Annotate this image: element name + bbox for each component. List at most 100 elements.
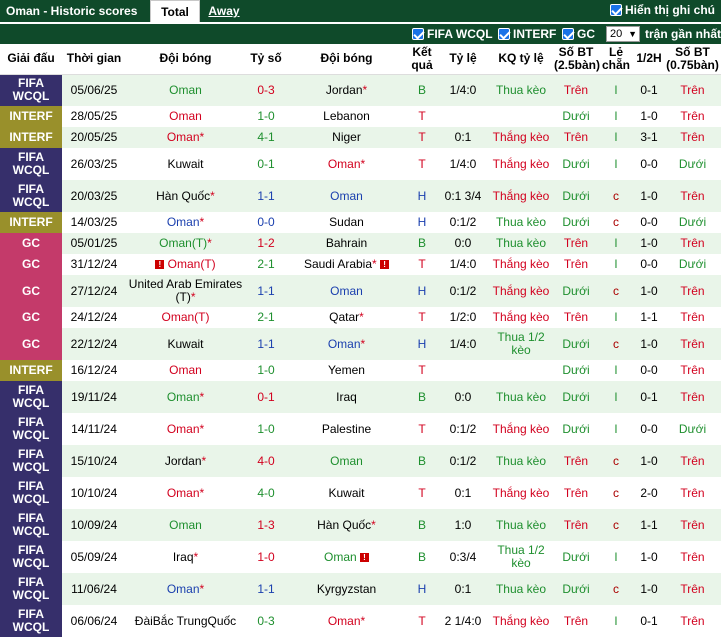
over-under-2: Dưới: [664, 413, 721, 445]
over-under: Trên: [554, 233, 598, 254]
filter-interf[interactable]: INTERF: [498, 27, 556, 41]
table-row[interactable]: FIFA WCQL 05/09/24 Iraq* 1-0 Oman ! B 0:3/4 Thu…: [0, 541, 721, 573]
away-team[interactable]: Oman !: [287, 541, 406, 573]
home-team[interactable]: Oman*: [126, 477, 245, 509]
table-row[interactable]: INTERF 28/05/25 Oman 1-0 Lebanon T Dưới l 1-0 Trê…: [0, 106, 721, 127]
away-team[interactable]: Oman*: [287, 605, 406, 637]
home-team[interactable]: Oman*: [126, 413, 245, 445]
table-row[interactable]: GC 31/12/24! Oman(T) 2-1 Saudi Arabia* ! T 1/…: [0, 254, 721, 275]
over-under-text: Dưới: [562, 581, 590, 596]
home-team[interactable]: Oman*: [126, 573, 245, 605]
table-row[interactable]: FIFA WCQL 11/06/24 Oman* 1-1 Kyrgyzstan H 0:1 T…: [0, 573, 721, 605]
match-result: T: [406, 127, 438, 148]
table-row[interactable]: FIFA WCQL 06/06/24 ĐàiBắc TrungQuốc 0-3 Oman…: [0, 605, 721, 637]
home-team[interactable]: Iraq*: [126, 541, 245, 573]
match-count-select[interactable]: 20 ▼: [606, 26, 640, 42]
home-team[interactable]: Oman*: [126, 381, 245, 413]
away-team[interactable]: Oman: [287, 180, 406, 212]
chevron-down-icon: ▼: [628, 29, 637, 39]
odd-even-text: l: [614, 613, 618, 628]
away-team[interactable]: Palestine: [287, 413, 406, 445]
away-team[interactable]: Oman: [287, 445, 406, 477]
away-team[interactable]: Oman: [287, 275, 406, 307]
away-team[interactable]: Hàn Quốc*: [287, 509, 406, 541]
table-row[interactable]: GC 22/12/24 Kuwait 1-1 Oman* H 1/4:0 Thua 1/2 k…: [0, 328, 721, 360]
away-team[interactable]: Iraq: [287, 381, 406, 413]
table-row[interactable]: INTERF 20/05/25 Oman* 4-1 Niger T 0:1 Thắng kèo…: [0, 127, 721, 148]
home-team[interactable]: Jordan*: [126, 445, 245, 477]
col-odd-even[interactable]: Lẻ chẵn: [598, 44, 634, 75]
home-team[interactable]: Hàn Quốc*: [126, 180, 245, 212]
away-team[interactable]: Sudan: [287, 212, 406, 233]
over-under-2: Trên: [664, 328, 721, 360]
checkbox-icon[interactable]: [412, 28, 424, 40]
away-team[interactable]: Lebanon: [287, 106, 406, 127]
table-row[interactable]: GC 24/12/24 Oman(T) 2-1 Qatar* T 1/2:0 Thắng kè…: [0, 307, 721, 328]
table-row[interactable]: FIFA WCQL 26/03/25 Kuwait 0-1 Oman* T 1/4:0 Thắ…: [0, 148, 721, 180]
show-notes-toggle[interactable]: Hiển thị ghi chú: [610, 3, 715, 17]
odd-even-text: l: [614, 130, 618, 144]
table-row[interactable]: GC 05/01/25 Oman(T)* 1-2 Bahrain B 0:0 Thua kèo…: [0, 233, 721, 254]
table-row[interactable]: FIFA WCQL 05/06/25 Oman 0-3 Jordan* B 1/4:0 Thu…: [0, 74, 721, 106]
col-kq-odds[interactable]: KQ tỷ lệ: [488, 44, 554, 75]
col-ou[interactable]: Số BT (2.5bàn): [554, 44, 600, 75]
handicap-odds: 0:1: [438, 477, 488, 509]
table-row[interactable]: FIFA WCQL 15/10/24 Jordan* 4-0 Oman B 0:1/2 Thu…: [0, 445, 721, 477]
table-row[interactable]: INTERF 14/03/25 Oman* 0-0 Sudan H 0:1/2 Thua kè…: [0, 212, 721, 233]
away-team[interactable]: Jordan*: [287, 74, 406, 106]
checkbox-icon[interactable]: [610, 4, 622, 16]
table-row[interactable]: INTERF 16/12/24 Oman 1-0 Yemen T Dưới l 0-0 Trên: [0, 360, 721, 381]
col-score[interactable]: Tỷ số: [245, 44, 287, 75]
table-row[interactable]: FIFA WCQL 10/09/24 Oman 1-3 Hàn Quốc* B 1:0 Thu…: [0, 509, 721, 541]
col-odds[interactable]: Tỷ lệ: [438, 44, 488, 75]
home-team[interactable]: ! Oman(T): [126, 254, 245, 275]
star-icon: *: [360, 336, 366, 351]
home-team[interactable]: United Arab Emirates (T)*: [126, 275, 245, 307]
home-team[interactable]: Oman*: [126, 212, 245, 233]
home-team[interactable]: Oman: [126, 74, 245, 106]
table-row[interactable]: GC 27/12/24 United Arab Emirates (T)* 1-1 Om…: [0, 275, 721, 307]
col-result[interactable]: Kết quả: [406, 44, 438, 75]
away-team[interactable]: Kyrgyzstan: [287, 573, 406, 605]
odd-even: c: [598, 445, 634, 477]
tab-away[interactable]: Away: [202, 0, 246, 22]
col-half[interactable]: 1/2H: [634, 44, 664, 75]
away-team[interactable]: Oman*: [287, 328, 406, 360]
filter-gc[interactable]: GC: [562, 27, 595, 41]
col-league[interactable]: Giải đấu: [0, 44, 62, 75]
away-team[interactable]: Qatar*: [287, 307, 406, 328]
away-team[interactable]: Niger: [287, 127, 406, 148]
away-team[interactable]: Oman*: [287, 148, 406, 180]
home-team[interactable]: Kuwait: [126, 328, 245, 360]
table-row[interactable]: FIFA WCQL 19/11/24 Oman* 0-1 Iraq B 0:0 Thua kè…: [0, 381, 721, 413]
tab-total[interactable]: Total: [150, 0, 200, 22]
checkbox-icon[interactable]: [498, 28, 510, 40]
home-team[interactable]: Oman: [126, 360, 245, 381]
away-team[interactable]: Kuwait: [287, 477, 406, 509]
home-team[interactable]: Oman*: [126, 127, 245, 148]
away-team[interactable]: Yemen: [287, 360, 406, 381]
score: 1-1: [245, 328, 287, 360]
col-home[interactable]: Đội bóng: [126, 44, 245, 75]
col-time[interactable]: Thời gian: [62, 44, 126, 75]
away-team[interactable]: Bahrain: [287, 233, 406, 254]
filter-fifa-wcql[interactable]: FIFA WCQL: [412, 27, 493, 41]
match-result-text: T: [418, 130, 426, 144]
home-team-text: Oman(T): [167, 257, 216, 271]
away-team[interactable]: Saudi Arabia* !: [287, 254, 406, 275]
table-row[interactable]: FIFA WCQL 20/03/25 Hàn Quốc* 1-1 Oman H 0:1 3/…: [0, 180, 721, 212]
league-badge-text: FIFA WCQL: [12, 415, 50, 442]
table-row[interactable]: FIFA WCQL 14/11/24 Oman* 1-0 Palestine T 0:1/2…: [0, 413, 721, 445]
table-row[interactable]: FIFA WCQL 10/10/24 Oman* 4-0 Kuwait T 0:1 Thắng…: [0, 477, 721, 509]
home-team[interactable]: Kuwait: [126, 148, 245, 180]
over-under-text: Dưới: [562, 283, 590, 298]
col-away[interactable]: Đội bóng: [287, 44, 406, 75]
home-team[interactable]: Oman: [126, 106, 245, 127]
home-team[interactable]: Oman(T): [126, 307, 245, 328]
league-badge: INTERF: [0, 127, 62, 148]
col-ou2[interactable]: Số BT (0.75bàn): [664, 44, 721, 75]
home-team[interactable]: ĐàiBắc TrungQuốc: [126, 605, 245, 637]
checkbox-icon[interactable]: [562, 28, 574, 40]
home-team[interactable]: Oman: [126, 509, 245, 541]
home-team[interactable]: Oman(T)*: [126, 233, 245, 254]
